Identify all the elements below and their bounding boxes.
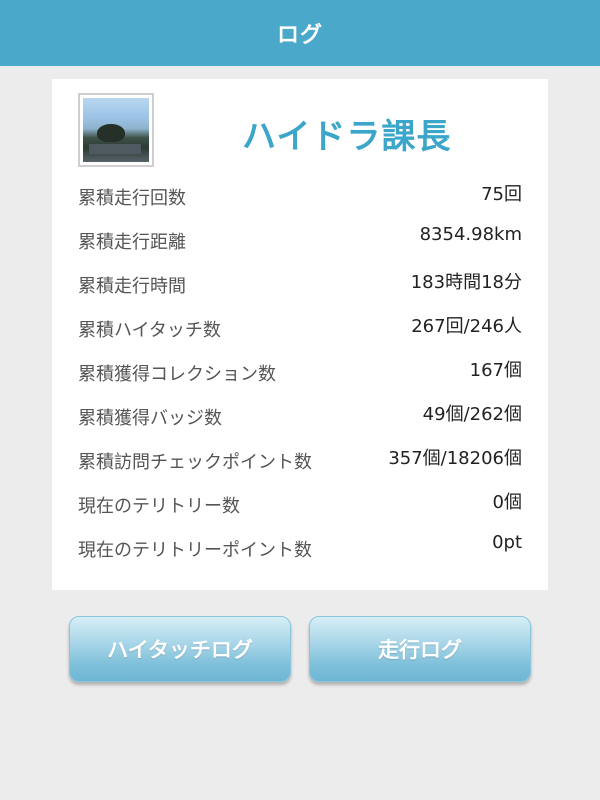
stat-value: 75回 [481,184,522,205]
stat-label: 累積走行時間 [78,276,186,297]
stat-row: 累積走行距離 8354.98km [78,224,522,254]
stat-value: 8354.98km [419,224,522,245]
avatar-photo [83,98,149,162]
avatar[interactable] [78,93,154,167]
page-title: ログ [276,23,323,48]
hitouch-log-button-label: ハイタッチログ [107,638,253,662]
stat-label: 現在のテリトリー数 [78,496,240,517]
stat-value: 167個 [469,360,522,381]
stat-row: 累積ハイタッチ数 267回/246人 [78,312,522,342]
stat-row: 累積走行時間 183時間18分 [78,268,522,298]
stat-label: 累積獲得バッジ数 [78,408,222,429]
user-name: ハイドラ課長 [242,117,452,157]
stat-row: 累積獲得コレクション数 167個 [78,356,522,386]
navigation-bar: ログ [0,0,600,66]
run-log-button[interactable]: 走行ログ [309,616,531,682]
stat-label: 累積獲得コレクション数 [78,364,276,385]
stat-label: 累積ハイタッチ数 [78,320,221,341]
stat-row: 累積走行回数 75回 [78,180,522,210]
stat-label: 累積走行距離 [78,232,186,253]
stat-label: 累積走行回数 [78,188,186,209]
stat-row: 現在のテリトリー数 0個 [78,488,522,518]
stat-label: 現在のテリトリーポイント数 [78,540,312,561]
stat-value: 0pt [492,532,522,553]
profile-card: ハイドラ課長 累積走行回数 75回 累積走行距離 8354.98km 累積走行時… [52,79,548,590]
stat-row: 現在のテリトリーポイント数 0pt [78,532,522,562]
stat-row: 累積獲得バッジ数 49個/262個 [78,400,522,430]
stat-value: 267回/246人 [411,316,522,337]
hitouch-log-button[interactable]: ハイタッチログ [69,616,291,682]
stat-label: 累積訪問チェックポイント数 [78,452,312,473]
stat-row: 累積訪問チェックポイント数 357個/18206個 [78,444,522,474]
stat-value: 357個/18206個 [388,448,522,469]
stat-value: 49個/262個 [422,404,522,425]
run-log-button-label: 走行ログ [378,638,462,662]
stat-value: 183時間18分 [410,272,522,293]
stat-value: 0個 [492,492,522,513]
